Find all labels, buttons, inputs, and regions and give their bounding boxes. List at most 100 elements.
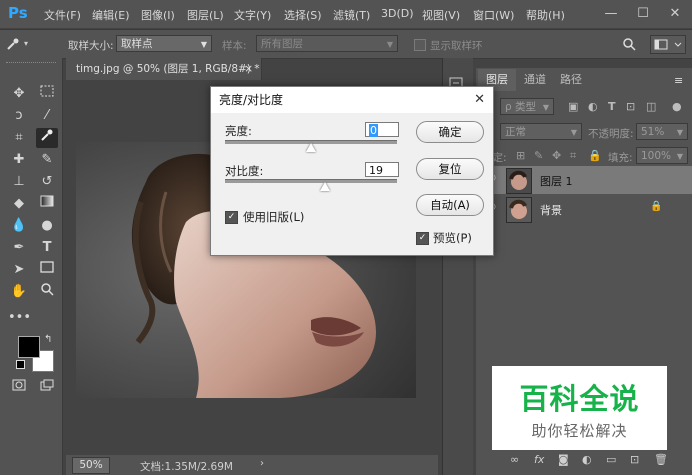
zoom-tool-icon[interactable] <box>36 282 58 302</box>
fx-icon[interactable]: fx <box>534 453 544 466</box>
menu-type[interactable]: 文字(Y) <box>234 7 271 23</box>
contrast-slider-thumb[interactable] <box>319 182 330 191</box>
search-icon[interactable] <box>622 37 636 51</box>
opacity-input[interactable]: 51% ▼ <box>636 123 688 140</box>
quick-mask-icon[interactable] <box>8 378 30 398</box>
toolbar-grip[interactable] <box>6 62 56 67</box>
minimize-button[interactable]: — <box>596 0 626 28</box>
filter-type-icon[interactable]: T <box>608 100 616 113</box>
link-layers-icon[interactable]: ∞ <box>510 453 519 466</box>
lock-transparent-icon[interactable]: ⊞ <box>516 149 525 162</box>
zoom-level[interactable]: 50% <box>72 457 110 474</box>
tab-channels[interactable]: 通道 <box>516 69 554 91</box>
document-tab[interactable]: timg.jpg @ 50% (图层 1, RGB/8#) * × <box>66 58 262 80</box>
layer-row-background[interactable]: ◉ 背景 🔒 <box>476 195 692 223</box>
filter-smart-icon[interactable]: ◫ <box>646 100 656 113</box>
move-tool-icon[interactable]: ✥ <box>8 84 30 104</box>
fill-label: 填充: <box>608 152 633 164</box>
clone-stamp-icon[interactable]: ⊥ <box>8 172 30 192</box>
screen-mode-icon[interactable] <box>36 378 58 398</box>
layer-filter-select[interactable]: ρ 类型 ▼ <box>500 98 554 115</box>
lasso-tool-icon[interactable]: ↄ <box>8 106 30 126</box>
fill-input[interactable]: 100% ▼ <box>636 147 688 164</box>
dialog-titlebar[interactable]: 亮度/对比度 ✕ <box>211 87 493 113</box>
hand-tool-icon[interactable]: ✋ <box>8 282 30 302</box>
lock-artboard-icon[interactable]: ⌗ <box>570 149 576 163</box>
status-menu-arrow-icon[interactable]: › <box>260 458 264 469</box>
sample-size-select[interactable]: 取样点 ▼ <box>116 35 212 52</box>
new-adjustment-icon[interactable]: ◐ <box>582 453 592 466</box>
new-layer-icon[interactable]: ⊡ <box>630 453 639 466</box>
eraser-tool-icon[interactable]: ◆ <box>8 194 30 214</box>
reset-button[interactable]: 复位 <box>416 158 484 180</box>
type-tool-icon[interactable]: T <box>36 238 58 258</box>
menu-layer[interactable]: 图层(L) <box>187 7 224 23</box>
healing-brush-icon[interactable]: ✚ <box>8 150 30 170</box>
status-bar: 50% 文档:1.35M/2.69M › <box>66 455 438 475</box>
sample-select[interactable]: 所有图层 ▼ <box>256 35 398 52</box>
foreground-color-swatch[interactable] <box>18 336 40 358</box>
contrast-input[interactable]: 19 <box>365 162 399 177</box>
auto-button[interactable]: 自动(A) <box>416 194 484 216</box>
preview-checkbox[interactable]: ✓ <box>416 232 429 245</box>
brush-tool-icon[interactable]: ✎ <box>36 150 58 170</box>
opacity-value: 51% <box>641 126 665 138</box>
show-ring-checkbox[interactable] <box>414 39 426 51</box>
contrast-slider-track[interactable] <box>225 179 397 183</box>
default-colors-icon[interactable] <box>16 360 25 369</box>
new-group-icon[interactable]: ▭ <box>606 453 616 466</box>
filter-toggle-icon[interactable]: ● <box>672 100 682 113</box>
menu-3d[interactable]: 3D(D) <box>381 7 414 20</box>
eyedropper-tool-icon[interactable] <box>36 128 58 148</box>
brightness-slider-thumb[interactable] <box>306 143 316 152</box>
swap-colors-icon[interactable]: ↰ <box>44 334 52 345</box>
close-window-button[interactable]: ✕ <box>660 0 690 28</box>
history-brush-icon[interactable]: ↺ <box>36 172 58 192</box>
menu-image[interactable]: 图像(I) <box>141 7 175 23</box>
eyedropper-icon[interactable] <box>6 37 20 51</box>
chevron-down-icon: ▼ <box>570 128 577 137</box>
menu-filter[interactable]: 滤镜(T) <box>333 7 370 23</box>
filter-adjustment-icon[interactable]: ◐ <box>588 100 598 113</box>
blur-tool-icon[interactable]: 💧 <box>8 216 30 236</box>
maximize-button[interactable]: ☐ <box>628 0 658 28</box>
lock-all-icon[interactable]: 🔒 <box>588 149 602 162</box>
use-legacy-checkbox[interactable]: ✓ <box>225 211 238 224</box>
menu-file[interactable]: 文件(F) <box>44 7 81 23</box>
document-tab-title: timg.jpg @ 50% (图层 1, RGB/8#) * <box>76 63 260 75</box>
close-tab-icon[interactable]: × <box>244 58 253 80</box>
marquee-tool-icon[interactable] <box>36 84 58 104</box>
rectangle-tool-icon[interactable] <box>36 260 58 280</box>
blend-mode-select[interactable]: 正常 ▼ <box>500 123 582 140</box>
lock-brush-icon[interactable]: ✎ <box>534 149 543 162</box>
tool-preset-chevron-icon[interactable]: ▾ <box>24 39 28 48</box>
dodge-tool-icon[interactable]: ● <box>36 216 58 236</box>
menu-window[interactable]: 窗口(W) <box>473 7 514 23</box>
menu-select[interactable]: 选择(S) <box>284 7 322 23</box>
add-mask-icon[interactable]: ◙ <box>558 453 569 466</box>
filter-pixel-icon[interactable]: ▣ <box>568 100 578 113</box>
trash-icon[interactable]: 🗑 <box>654 453 668 466</box>
brightness-input[interactable]: 0 <box>365 122 399 137</box>
layer-row-layer1[interactable]: ◉ 图层 1 <box>476 166 692 194</box>
path-selection-icon[interactable]: ➤ <box>8 260 30 280</box>
ok-button[interactable]: 确定 <box>416 121 484 143</box>
lock-position-icon[interactable]: ✥ <box>552 149 561 162</box>
menu-help[interactable]: 帮助(H) <box>526 7 565 23</box>
filter-shape-icon[interactable]: ⊡ <box>626 100 635 113</box>
pen-tool-icon[interactable]: ✒ <box>8 238 30 258</box>
sample-value: 所有图层 <box>261 38 303 50</box>
layer-name[interactable]: 背景 <box>540 202 562 218</box>
menu-edit[interactable]: 编辑(E) <box>92 7 130 23</box>
gradient-tool-icon[interactable] <box>36 194 58 214</box>
magic-wand-icon[interactable]: ⁄ <box>36 106 58 126</box>
document-info: 文档:1.35M/2.69M <box>140 461 233 473</box>
crop-tool-icon[interactable]: ⌗ <box>8 128 30 148</box>
layer-name[interactable]: 图层 1 <box>540 173 573 189</box>
panel-menu-icon[interactable]: ≡ <box>674 74 683 87</box>
menu-view[interactable]: 视图(V) <box>422 7 460 23</box>
tab-paths[interactable]: 路径 <box>552 69 590 91</box>
more-tools-icon[interactable]: ••• <box>8 308 31 328</box>
dialog-close-icon[interactable]: ✕ <box>474 87 485 113</box>
workspace-switcher-icon[interactable] <box>650 35 686 54</box>
